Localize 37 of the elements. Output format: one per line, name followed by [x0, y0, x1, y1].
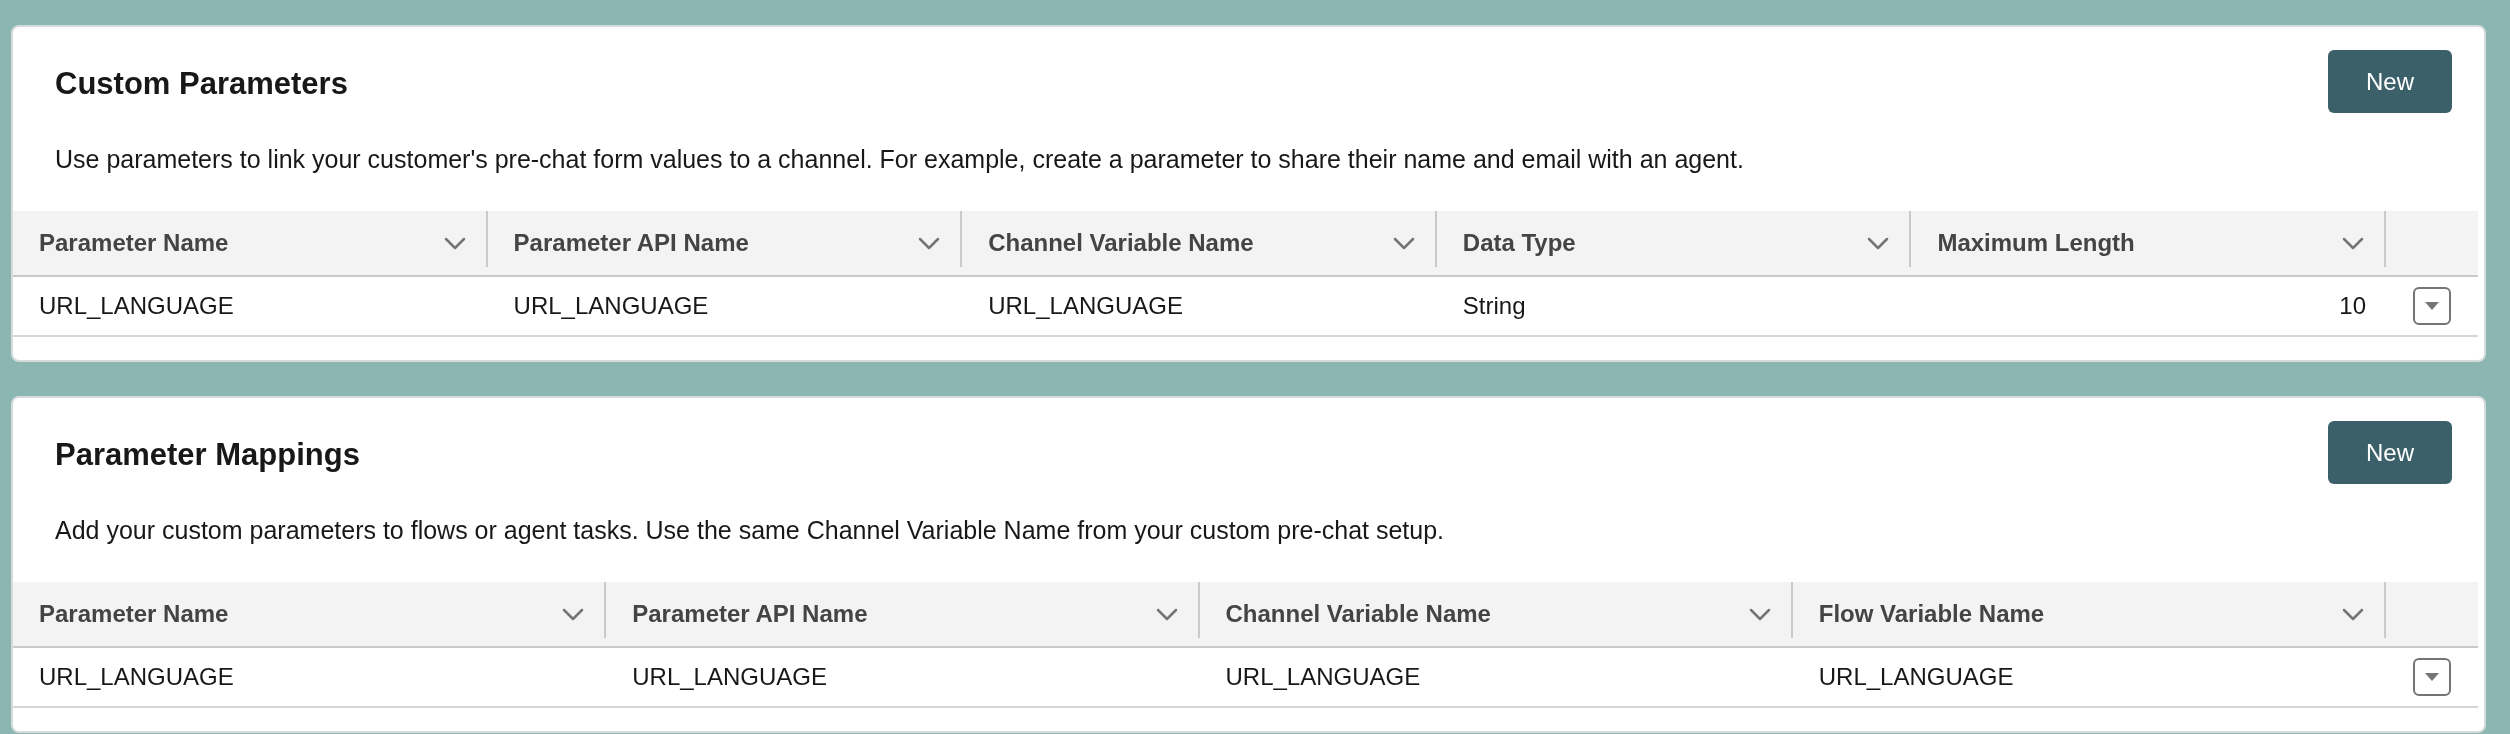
new-button[interactable]: New [2328, 50, 2452, 113]
section-title: Custom Parameters [55, 65, 348, 102]
chevron-down-icon [1748, 607, 1771, 621]
column-header[interactable]: Maximum Length [1911, 211, 2386, 277]
column-header[interactable]: Parameter Name [13, 582, 607, 648]
table-cell: URL_LANGUAGE [13, 277, 488, 337]
table-cell: URL_LANGUAGE [606, 648, 1200, 708]
chevron-down-icon [2342, 607, 2364, 621]
chevron-down-icon [443, 236, 466, 250]
chevron-down-icon [1867, 236, 1890, 250]
chevron-down-icon [1155, 607, 1178, 621]
column-header[interactable]: Parameter API Name [487, 211, 963, 277]
new-button[interactable]: New [2328, 421, 2452, 484]
triangle-down-icon [2424, 672, 2440, 682]
table-cell: URL_LANGUAGE [487, 277, 963, 337]
section-title: Parameter Mappings [55, 436, 360, 473]
table-cell: String [1436, 277, 1912, 337]
chevron-down-icon [562, 607, 585, 621]
table-cell: URL_LANGUAGE [962, 277, 1437, 337]
row-actions-button[interactable] [2413, 287, 2451, 325]
column-header[interactable]: Channel Variable Name [1199, 582, 1793, 648]
column-header[interactable]: Channel Variable Name [962, 211, 1437, 277]
table-cell: 10 [1911, 277, 2386, 337]
row-actions-button[interactable] [2413, 658, 2451, 696]
table-cell: URL_LANGUAGE [13, 648, 607, 708]
column-header[interactable]: Parameter API Name [606, 582, 1200, 648]
chevron-down-icon [1392, 236, 1415, 250]
column-header[interactable]: Parameter Name [13, 211, 488, 277]
section-description: Add your custom parameters to flows or agent tasks. Use the same Channel Variable Name from your custom pre-chat setup. [55, 515, 1446, 545]
column-header[interactable]: Flow Variable Name [1792, 582, 2386, 648]
section-description: Use parameters to link your customer's pre-chat form values to a channel. For example, create a parameter to share their name and email with an agent. [55, 144, 1745, 174]
table-cell: URL_LANGUAGE [1792, 648, 2386, 708]
table-cell: URL_LANGUAGE [1199, 648, 1793, 708]
triangle-down-icon [2424, 301, 2440, 311]
chevron-down-icon [2342, 236, 2364, 250]
chevron-down-icon [918, 236, 941, 250]
column-header[interactable]: Data Type [1436, 211, 1912, 277]
